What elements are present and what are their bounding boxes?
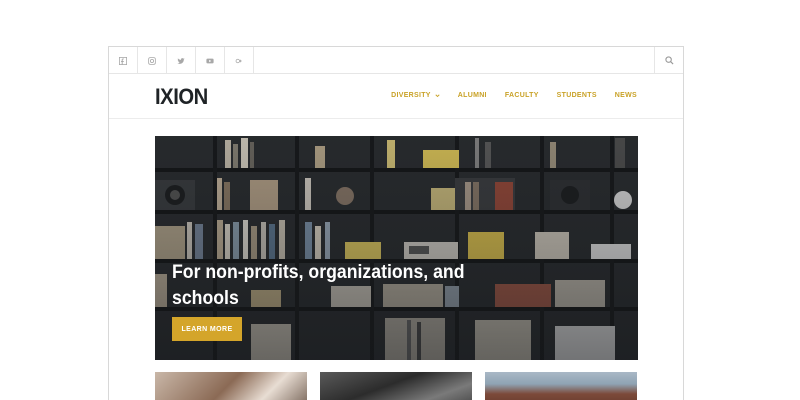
chevron-down-icon: [435, 94, 440, 98]
nav-item-label: FACULTY: [504, 92, 539, 99]
twitter-icon[interactable]: [167, 47, 196, 74]
youtube-icon[interactable]: [196, 47, 225, 74]
card-image-2[interactable]: [320, 372, 472, 400]
search-icon: [664, 56, 674, 65]
card-image-1[interactable]: [155, 372, 307, 400]
search-button[interactable]: [654, 47, 683, 74]
instagram-icon[interactable]: [138, 47, 167, 74]
nav-item-label: DIVERSITY: [391, 92, 431, 99]
nav-item-label: STUDENTS: [556, 92, 597, 99]
nav-item-diversity[interactable]: DIVERSITY: [391, 92, 440, 99]
google-plus-icon[interactable]: [225, 47, 254, 74]
hero-banner: For non-profits, organizations, and scho…: [155, 136, 638, 360]
nav-item-label: NEWS: [614, 92, 637, 99]
facebook-icon[interactable]: [109, 47, 138, 74]
hero-title: For non-profits, organizations, and scho…: [172, 262, 465, 309]
nav-item-alumni[interactable]: ALUMNI: [458, 92, 487, 99]
nav-item-faculty[interactable]: FACULTY: [505, 92, 539, 99]
site-header: IXION DIVERSITY ALUMNI FACULTY STUDENTS …: [109, 74, 683, 119]
social-topbar: [109, 47, 683, 74]
browser-frame: IXION DIVERSITY ALUMNI FACULTY STUDENTS …: [108, 46, 684, 400]
card-image-3[interactable]: [485, 372, 637, 400]
nav-item-news[interactable]: NEWS: [615, 92, 637, 99]
nav-item-label: ALUMNI: [457, 92, 487, 99]
site-logo[interactable]: IXION: [155, 84, 208, 110]
learn-more-button[interactable]: LEARN MORE: [172, 317, 242, 341]
nav-item-students[interactable]: STUDENTS: [557, 92, 597, 99]
main-nav: DIVERSITY ALUMNI FACULTY STUDENTS NEWS: [391, 92, 637, 99]
